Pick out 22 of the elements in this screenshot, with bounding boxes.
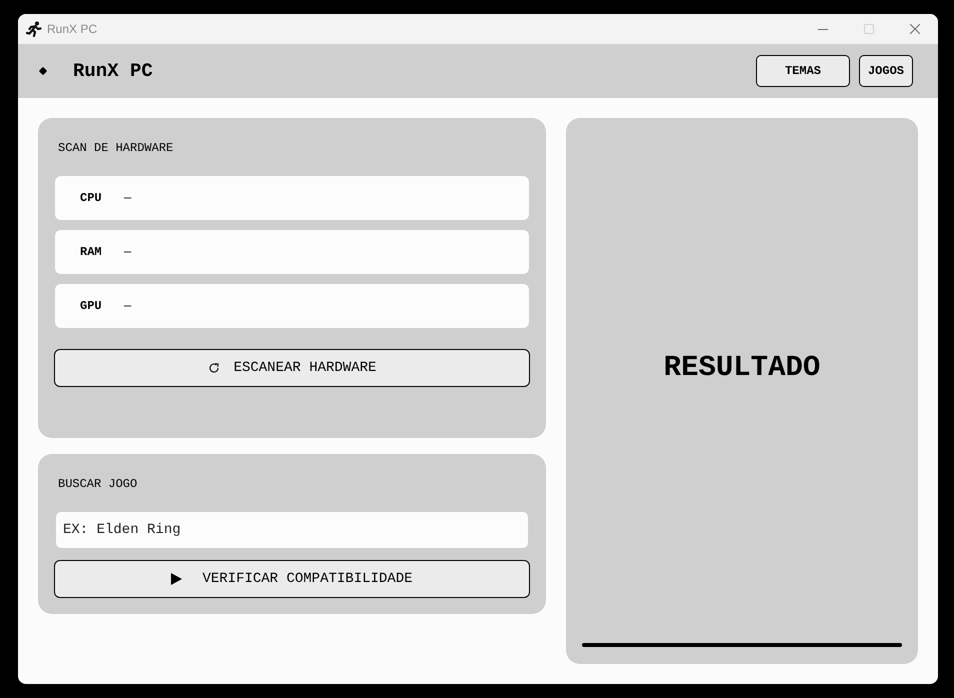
runner-icon — [26, 21, 42, 37]
result-title: RESULTADO — [664, 350, 820, 384]
window-title: RunX PC — [47, 22, 98, 36]
hardware-label: CPU — [80, 191, 103, 205]
hardware-label: RAM — [80, 245, 103, 259]
card-title: SCAN DE HARDWARE — [58, 140, 174, 156]
diamond-icon — [38, 66, 48, 76]
maximize-icon — [864, 24, 874, 34]
play-icon — [171, 573, 182, 585]
hardware-value: — — [124, 191, 132, 205]
close-icon — [910, 24, 920, 34]
card-title: BUSCAR JOGO — [58, 476, 138, 492]
app-title: RunX PC — [73, 60, 153, 82]
game-search-field[interactable]: EX: Elden Ring — [56, 512, 528, 548]
hardware-label: GPU — [80, 299, 103, 313]
refresh-icon — [208, 362, 220, 374]
scan-button[interactable]: ESCANEAR HARDWARE — [54, 349, 530, 387]
hardware-value: — — [124, 245, 132, 259]
check-compatibility-button[interactable]: VERIFICAR COMPATIBILIDADE — [54, 560, 530, 598]
header-button[interactable]: JOGOS — [859, 55, 913, 87]
header-button[interactable]: TEMAS — [756, 55, 850, 87]
hardware-value: — — [124, 299, 132, 313]
